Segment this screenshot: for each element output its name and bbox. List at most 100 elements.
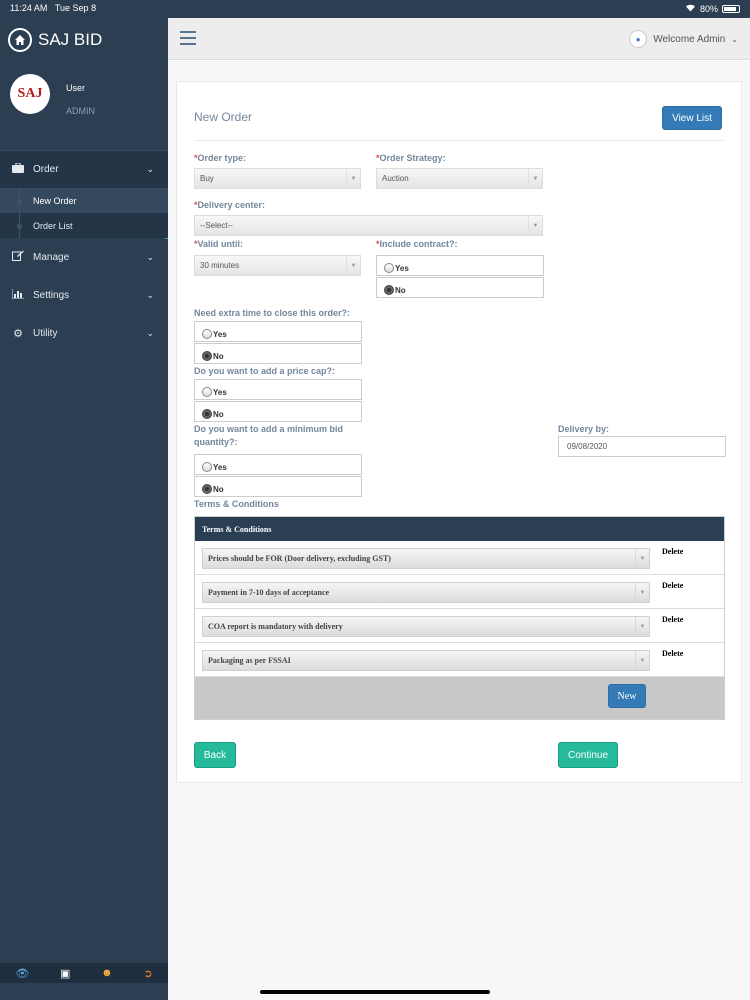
status-time: 11:24 AM Tue Sep 8	[10, 3, 96, 13]
order-type-label: *Order type:	[194, 153, 247, 163]
user-name: User	[66, 83, 86, 93]
page-title: New Order	[194, 110, 253, 124]
screen-icon[interactable]: ▣	[60, 967, 70, 980]
min-bid-no-option[interactable]: No	[194, 476, 362, 497]
dropdown-arrow-icon: ▼	[635, 549, 649, 568]
home-icon	[8, 28, 32, 52]
view-list-button[interactable]: View List	[662, 106, 722, 130]
delete-term-link[interactable]: Delete	[662, 615, 683, 624]
main-content: New Order View List *Order type: Buy ▼ *O…	[168, 61, 750, 1000]
radio-button[interactable]	[202, 329, 212, 339]
radio-button-checked[interactable]	[202, 484, 212, 494]
welcome-text: Welcome Admin	[653, 33, 726, 45]
top-navbar: ● Welcome Admin ⌄	[168, 18, 750, 60]
term-select[interactable]: Payment in 7-10 days of acceptance ▼	[202, 582, 650, 603]
include-contract-no-option[interactable]: No	[376, 277, 544, 298]
order-strategy-select[interactable]: Auction ▼	[376, 168, 543, 189]
status-right: 80%	[685, 3, 740, 14]
wifi-icon	[685, 3, 696, 14]
time-text: 11:24 AM	[10, 3, 48, 13]
order-strategy-label: *Order Strategy:	[376, 153, 446, 163]
order-strategy-value: Auction	[382, 174, 409, 183]
include-contract-yes-option[interactable]: Yes	[376, 255, 544, 276]
delivery-center-value: --Select--	[200, 221, 233, 230]
extra-time-yes-option[interactable]: Yes	[194, 321, 362, 342]
radio-button-checked[interactable]	[202, 409, 212, 419]
new-order-panel: New Order View List *Order type: Buy ▼ *O…	[176, 81, 742, 783]
order-type-value: Buy	[200, 174, 214, 183]
order-type-select[interactable]: Buy ▼	[194, 168, 361, 189]
delete-term-link[interactable]: Delete	[662, 547, 683, 556]
user-avatar-icon: ●	[629, 30, 648, 48]
extra-time-label: Need extra time to close this order?:	[194, 308, 351, 318]
sidebar-item-label: Manage	[33, 251, 70, 263]
smiley-icon[interactable]: ☻	[101, 967, 113, 979]
delete-term-link[interactable]: Delete	[662, 649, 683, 658]
sidebar-item-new-order[interactable]: New Order	[0, 188, 168, 213]
radio-button-checked[interactable]	[202, 351, 212, 361]
delivery-by-label: Delivery by:	[558, 424, 610, 434]
term-select[interactable]: COA report is mandatory with delivery ▼	[202, 616, 650, 637]
title-divider	[194, 140, 724, 141]
date-text: Tue Sep 8	[54, 3, 97, 13]
table-row: Prices should be FOR (Door delivery, exc…	[195, 541, 724, 575]
radio-button[interactable]	[202, 462, 212, 472]
menu-toggle-icon[interactable]	[180, 31, 196, 49]
chevron-down-icon: ⌄	[731, 34, 738, 44]
delete-term-link[interactable]: Delete	[662, 581, 683, 590]
table-row: Payment in 7-10 days of acceptance ▼ Dele…	[195, 575, 724, 609]
price-cap-label: Do you want to add a price cap?:	[194, 366, 336, 376]
eye-icon[interactable]: 👁	[15, 967, 29, 980]
radio-button-checked[interactable]	[384, 285, 394, 295]
sidebar-item-utility[interactable]: ⚙ Utility ⌄	[0, 314, 168, 352]
radio-button[interactable]	[202, 387, 212, 397]
terms-table-header: Terms & Conditions	[195, 517, 724, 541]
min-bid-label: Do you want to add a minimum bid quantit…	[194, 424, 344, 447]
term-select[interactable]: Packaging as per FSSAI ▼	[202, 650, 650, 671]
new-term-button[interactable]: New	[608, 684, 646, 708]
user-menu[interactable]: ● Welcome Admin ⌄	[629, 30, 738, 48]
dropdown-arrow-icon: ▼	[528, 216, 542, 235]
valid-until-label: *Valid until:	[194, 239, 244, 249]
status-bar: 11:24 AM Tue Sep 8 80%	[0, 0, 750, 18]
price-cap-no-option[interactable]: No	[194, 401, 362, 422]
sidebar-item-order[interactable]: Order ⌄	[0, 150, 168, 188]
home-indicator	[260, 990, 490, 994]
back-button[interactable]: Back	[194, 742, 236, 768]
term-select[interactable]: Prices should be FOR (Door delivery, exc…	[202, 548, 650, 569]
order-submenu: New Order Order List	[0, 188, 168, 238]
logout-icon[interactable]: ➲	[143, 967, 152, 980]
table-row: COA report is mandatory with delivery ▼ D…	[195, 609, 724, 643]
bar-chart-icon	[10, 288, 26, 302]
delivery-by-input[interactable]: 09/08/2020	[558, 436, 726, 457]
sidebar-item-settings[interactable]: Settings ⌄	[0, 276, 168, 314]
dropdown-arrow-icon: ▼	[346, 169, 360, 188]
valid-until-select[interactable]: 30 minutes ▼	[194, 255, 361, 276]
chevron-down-icon: ⌄	[146, 164, 154, 174]
brand[interactable]: SAJ BID	[8, 28, 102, 52]
chevron-down-icon: ⌄	[146, 327, 154, 338]
battery-percent: 80%	[699, 3, 718, 14]
dropdown-arrow-icon: ▼	[635, 651, 649, 670]
dropdown-arrow-icon: ▼	[346, 256, 360, 275]
avatar-logo-text: SAJ	[17, 86, 43, 101]
brand-name: SAJ BID	[38, 30, 103, 49]
delivery-center-label: *Delivery center:	[194, 200, 266, 210]
avatar: SAJ	[10, 74, 50, 114]
chevron-down-icon: ⌄	[146, 289, 154, 300]
user-role: ADMIN	[66, 106, 95, 116]
sidebar-item-label: Utility	[33, 327, 58, 339]
continue-button[interactable]: Continue	[558, 742, 618, 768]
min-bid-yes-option[interactable]: Yes	[194, 454, 362, 475]
valid-until-value: 30 minutes	[200, 261, 240, 270]
radio-button[interactable]	[384, 263, 394, 273]
sidebar-item-manage[interactable]: Manage ⌄	[0, 238, 168, 276]
battery-icon	[722, 4, 740, 13]
delivery-center-select[interactable]: --Select-- ▼	[194, 215, 543, 236]
sidebar-item-order-list[interactable]: Order List	[0, 213, 168, 238]
terms-section-label: Terms & Conditions	[194, 499, 279, 509]
price-cap-yes-option[interactable]: Yes	[194, 379, 362, 400]
briefcase-icon	[10, 162, 26, 176]
extra-time-no-option[interactable]: No	[194, 343, 362, 364]
terms-table: Terms & Conditions Prices should be FOR …	[194, 516, 725, 720]
